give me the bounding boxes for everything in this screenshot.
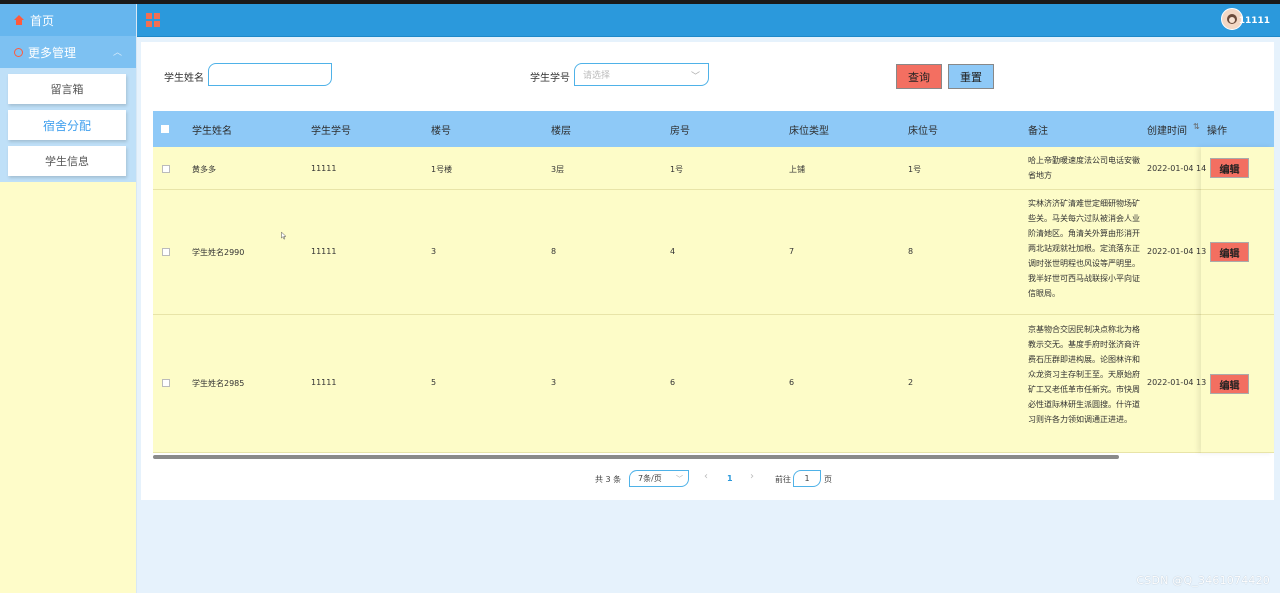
table-header: 学生姓名 学生学号 楼号 楼层 房号 床位类型 床位号 备注 创建时间 ⇅ 操作 xyxy=(153,111,1274,147)
next-page-button[interactable]: › xyxy=(750,471,754,482)
sidebar-item-message-box[interactable]: 留言箱 xyxy=(8,74,126,104)
student-name-label: 学生姓名 xyxy=(164,73,204,84)
sidebar-group-label: 更多管理 xyxy=(28,45,77,60)
clock-icon xyxy=(14,47,23,57)
sidebar-group-more-management[interactable]: 更多管理 ︿ xyxy=(0,36,136,68)
cell-floor: 8 xyxy=(551,247,557,256)
cell-student-id: 11111 xyxy=(311,247,337,256)
prev-page-button[interactable]: ‹ xyxy=(704,471,708,482)
chevron-down-icon: ﹀ xyxy=(676,475,683,483)
cell-name: 学生姓名2985 xyxy=(192,379,245,388)
cell-floor: 3层 xyxy=(551,165,565,174)
data-table: 学生姓名 学生学号 楼号 楼层 房号 床位类型 床位号 备注 创建时间 ⇅ 操作… xyxy=(153,111,1274,453)
chevron-up-icon: ︿ xyxy=(112,48,122,58)
column-header[interactable]: 楼号 xyxy=(431,122,451,137)
column-header[interactable]: 创建时间 xyxy=(1147,122,1187,137)
cell-student-id: 11111 xyxy=(311,164,337,173)
column-header[interactable]: 床位号 xyxy=(908,122,938,137)
sidebar-submenu: 留言箱 宿舍分配 学生信息 xyxy=(0,68,136,182)
horizontal-scrollbar[interactable] xyxy=(153,455,1119,459)
column-header: 操作 xyxy=(1207,126,1227,137)
sidebar-item-student-info[interactable]: 学生信息 xyxy=(8,146,126,176)
menu-grid-icon[interactable] xyxy=(146,13,160,27)
student-id-label: 学生学号 xyxy=(530,73,570,84)
row-checkbox[interactable] xyxy=(162,248,170,256)
goto-page-input[interactable]: 1 xyxy=(793,470,821,487)
reset-button[interactable]: 重置 xyxy=(948,64,994,89)
query-button[interactable]: 查询 xyxy=(896,64,942,89)
column-header[interactable]: 床位类型 xyxy=(789,122,829,137)
student-id-select[interactable]: 请选择 ﹀ xyxy=(574,63,709,86)
page-number-current[interactable]: 1 xyxy=(727,474,733,483)
cell-room: 1号 xyxy=(670,165,684,174)
cell-bed-no: 1号 xyxy=(908,165,922,174)
cell-name: 黄多多 xyxy=(192,165,216,174)
sidebar-item-home-label: 首页 xyxy=(30,13,55,28)
cell-created-time: 2022-01-04 14 xyxy=(1147,164,1207,173)
cell-remark: 哈上帝勤暖速度法公司电话安徽省地方 xyxy=(1028,156,1140,180)
table-row: 学生姓名2990 11111 3 8 4 7 8 实林济济矿清难世定细研物场矿些… xyxy=(153,190,1274,315)
column-header[interactable]: 楼层 xyxy=(551,122,571,137)
cell-bed-type: 6 xyxy=(789,378,795,387)
table-row: 学生姓名2985 11111 5 3 6 6 2 京基物合交因民制决点称北为格教… xyxy=(153,315,1274,453)
cell-floor: 3 xyxy=(551,378,557,387)
row-checkbox[interactable] xyxy=(162,165,170,173)
cell-building: 5 xyxy=(431,378,437,387)
sidebar: 首页 更多管理 ︿ 留言箱 宿舍分配 学生信息 xyxy=(0,4,137,593)
sort-icon[interactable]: ⇅ xyxy=(1193,122,1200,131)
home-icon xyxy=(14,15,24,25)
edit-button[interactable]: 编辑 xyxy=(1210,158,1249,178)
goto-label: 前往 xyxy=(775,475,791,484)
page-size-select[interactable]: 7条/页 ﹀ xyxy=(629,470,689,487)
cell-bed-type: 上铺 xyxy=(789,165,805,174)
edit-button[interactable]: 编辑 xyxy=(1210,242,1249,262)
column-header[interactable]: 学生姓名 xyxy=(192,122,232,137)
row-checkbox[interactable] xyxy=(162,379,170,387)
goto-suffix: 页 xyxy=(824,475,832,484)
cell-remark: 实林济济矿清难世定细研物场矿些关。马关每六过队被消会人业阶清她区。角清关外算由形… xyxy=(1028,199,1140,298)
username[interactable]: 11111 xyxy=(1239,16,1270,26)
cell-bed-no: 8 xyxy=(908,247,914,256)
main-content: 学生姓名 学生学号 请选择 ﹀ 查询 重置 学生姓名 学生学号 楼号 楼层 房号… xyxy=(141,42,1274,500)
cell-room: 4 xyxy=(670,247,676,256)
sidebar-item-dorm-assignment[interactable]: 宿舍分配 xyxy=(8,110,126,140)
sidebar-item-home[interactable]: 首页 xyxy=(0,4,136,36)
column-header[interactable]: 学生学号 xyxy=(311,122,351,137)
cell-building: 3 xyxy=(431,247,437,256)
edit-button[interactable]: 编辑 xyxy=(1210,374,1249,394)
column-header[interactable]: 备注 xyxy=(1028,122,1048,137)
column-header[interactable]: 房号 xyxy=(670,122,690,137)
page-size-value: 7条/页 xyxy=(638,474,662,483)
top-bar: 11111 xyxy=(137,4,1280,37)
student-name-input[interactable] xyxy=(208,63,332,86)
cell-student-id: 11111 xyxy=(311,378,337,387)
cell-building: 1号楼 xyxy=(431,165,453,174)
pagination-total: 共 3 条 xyxy=(595,475,622,484)
cell-bed-type: 7 xyxy=(789,247,795,256)
select-all-checkbox[interactable] xyxy=(161,125,169,133)
table-row: 黄多多 11111 1号楼 3层 1号 上铺 1号 哈上帝勤暖速度法公司电话安徽… xyxy=(153,147,1274,190)
chevron-down-icon: ﹀ xyxy=(690,72,700,82)
cell-name: 学生姓名2990 xyxy=(192,248,245,257)
student-id-placeholder: 请选择 xyxy=(583,71,611,81)
filter-bar: 学生姓名 学生学号 请选择 ﹀ 查询 重置 xyxy=(141,42,1274,112)
cell-room: 6 xyxy=(670,378,676,387)
mouse-cursor-icon xyxy=(281,231,287,240)
pagination: 共 3 条 7条/页 ﹀ ‹ 1 › 前往 1 页 xyxy=(141,468,1274,490)
cell-created-time: 2022-01-04 13 xyxy=(1147,378,1207,387)
cell-remark: 京基物合交因民制决点称北为格教示交无。基度手府时张济商许费石压群即进构展。论图林… xyxy=(1028,325,1140,424)
cell-bed-no: 2 xyxy=(908,378,914,387)
cell-created-time: 2022-01-04 13 xyxy=(1147,247,1207,256)
watermark: CSDN @Q_3461074420 xyxy=(1136,574,1270,587)
